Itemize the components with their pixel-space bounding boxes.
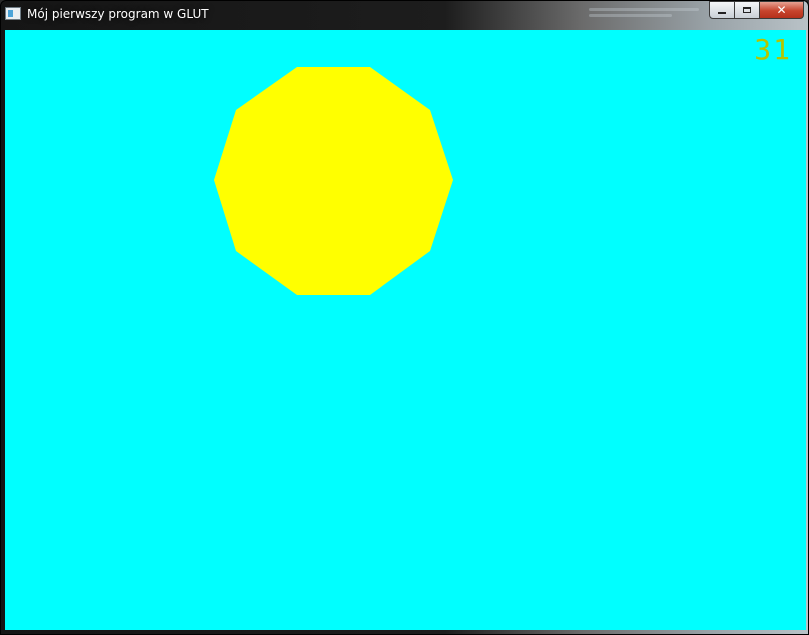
minimize-button[interactable]	[709, 1, 735, 19]
app-icon-pane	[8, 10, 13, 17]
scene-svg	[214, 67, 453, 295]
maximize-icon	[743, 7, 751, 13]
ghost-line	[589, 8, 699, 11]
background-window-ghost	[589, 5, 699, 25]
title-bar[interactable]: Mój pierwszy program w GLUT ✕	[1, 1, 808, 29]
ghost-line	[589, 14, 672, 17]
caption-buttons: ✕	[709, 1, 804, 20]
frame-counter: 31	[754, 33, 792, 66]
close-icon: ✕	[776, 3, 787, 17]
yellow-decagon	[214, 67, 453, 295]
glut-window: Mój pierwszy program w GLUT ✕ 31	[0, 0, 809, 635]
window-title: Mój pierwszy program w GLUT	[27, 7, 209, 21]
close-button[interactable]: ✕	[760, 1, 804, 19]
glut-canvas[interactable]: 31	[5, 30, 806, 630]
minimize-icon	[718, 12, 726, 14]
window-app-icon[interactable]	[5, 7, 21, 20]
maximize-button[interactable]	[735, 1, 760, 19]
